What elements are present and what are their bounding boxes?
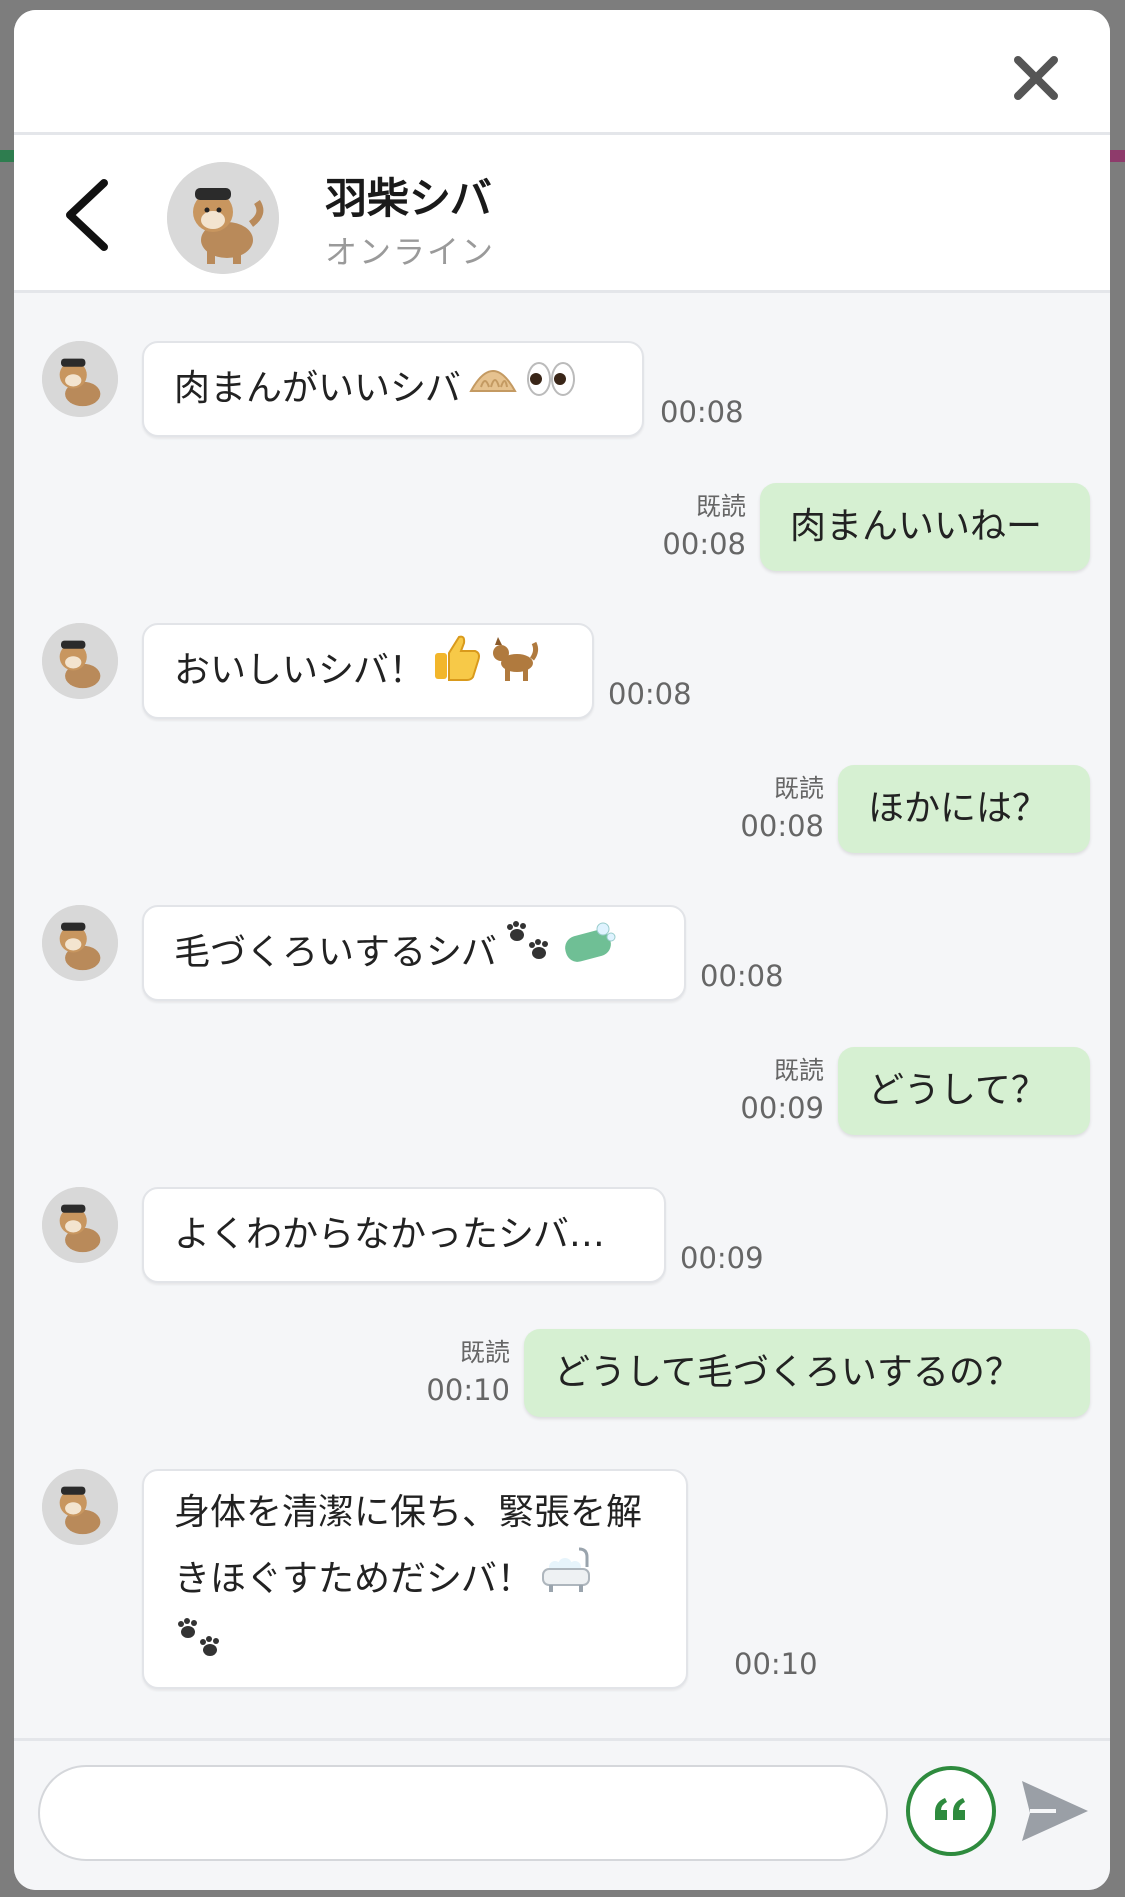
avatar[interactable]	[167, 162, 279, 274]
dog-icon	[489, 626, 541, 718]
outgoing-message-bubble[interactable]: どうして？	[838, 1047, 1090, 1135]
outgoing-message-bubble[interactable]: 肉まんいいねー	[760, 483, 1090, 571]
shiba-dog-icon	[42, 623, 118, 699]
message-text: どうして？	[868, 1070, 1047, 1111]
read-receipt: 既読	[459, 1338, 510, 1367]
message-time: 00:08	[700, 959, 784, 993]
message-text-line: きほぐすためだシバ！	[174, 1558, 533, 1600]
message-time: 00:08	[608, 677, 692, 711]
message-time: 00:08	[660, 395, 744, 429]
chat-header: 羽柴シバ オンライン	[14, 135, 1110, 293]
avatar[interactable]	[42, 905, 118, 981]
modal-top-bar	[14, 10, 1110, 135]
shiba-dog-icon	[42, 341, 118, 417]
chat-modal: 羽柴シバ オンライン 肉まんがいいシバ 00:08 既読 00:08 肉まんいい…	[14, 10, 1110, 1890]
message-time: 00:10	[734, 1647, 818, 1681]
message-time: 00:08	[740, 809, 824, 843]
eyes-icon	[525, 344, 577, 436]
paw-prints-icon	[503, 908, 555, 1000]
contact-name: 羽柴シバ	[325, 174, 492, 223]
message-time: 00:09	[680, 1241, 764, 1275]
incoming-message-bubble[interactable]: 肉まんがいいシバ	[142, 341, 644, 437]
back-chevron-icon[interactable]	[54, 175, 124, 255]
message-list[interactable]: 肉まんがいいシバ 00:08 既読 00:08 肉まんいいねー おいしいシバ！ …	[14, 293, 1110, 1748]
message-text: ほかには？	[868, 788, 1049, 829]
read-receipt: 既読	[773, 1056, 824, 1085]
message-text: どうして毛づくろいするの？	[554, 1352, 1021, 1393]
avatar[interactable]	[42, 623, 118, 699]
incoming-message-bubble[interactable]: 毛づくろいするシバ	[142, 905, 686, 1001]
message-text-line: 身体を清潔に保ち、緊張を解	[174, 1492, 643, 1533]
message-time: 00:09	[740, 1091, 824, 1125]
message-time: 00:08	[662, 527, 746, 561]
incoming-message-bubble[interactable]: 身体を清潔に保ち、緊張を解 きほぐすためだシバ！	[142, 1469, 688, 1689]
message-text: 毛づくろいするシバ	[174, 932, 497, 973]
shiba-dog-icon	[42, 1187, 118, 1263]
read-receipt: 既読	[695, 492, 746, 521]
message-meta: 既読 00:08	[740, 771, 824, 845]
message-time: 00:10	[426, 1373, 510, 1407]
outgoing-message-bubble[interactable]: ほかには？	[838, 765, 1090, 853]
send-icon[interactable]	[1016, 1773, 1092, 1849]
incoming-message-bubble[interactable]: おいしいシバ！	[142, 623, 594, 719]
message-meta: 既読 00:09	[740, 1053, 824, 1127]
soap-icon	[561, 908, 617, 1000]
bathtub-icon	[539, 1545, 595, 1616]
close-icon[interactable]	[1008, 50, 1064, 106]
read-receipt: 既読	[773, 774, 824, 803]
message-text: よくわからなかったシバ…	[174, 1214, 605, 1255]
avatar[interactable]	[42, 1187, 118, 1263]
paw-prints-icon	[174, 1616, 226, 1683]
outgoing-message-bubble[interactable]: どうして毛づくろいするの？	[524, 1329, 1090, 1417]
message-meta: 既読 00:08	[662, 489, 746, 563]
avatar[interactable]	[42, 341, 118, 417]
contact-status: オンライン	[325, 233, 496, 271]
shiba-dog-icon	[42, 1469, 118, 1545]
quote-button[interactable]	[906, 1766, 996, 1856]
message-text: 肉まんいいねー	[790, 506, 1043, 547]
message-text: 肉まんがいいシバ	[174, 368, 461, 409]
shiba-dog-icon	[42, 905, 118, 981]
message-text: おいしいシバ！	[174, 650, 425, 691]
message-composer	[14, 1738, 1110, 1890]
incoming-message-bubble[interactable]: よくわからなかったシバ…	[142, 1187, 666, 1283]
avatar[interactable]	[42, 1469, 118, 1545]
quote-icon	[935, 1798, 965, 1820]
shiba-dog-icon	[167, 162, 279, 274]
message-meta: 既読 00:10	[426, 1335, 510, 1409]
dumpling-icon	[467, 344, 519, 436]
message-input[interactable]	[38, 1765, 888, 1861]
thumbs-up-icon	[431, 626, 483, 718]
